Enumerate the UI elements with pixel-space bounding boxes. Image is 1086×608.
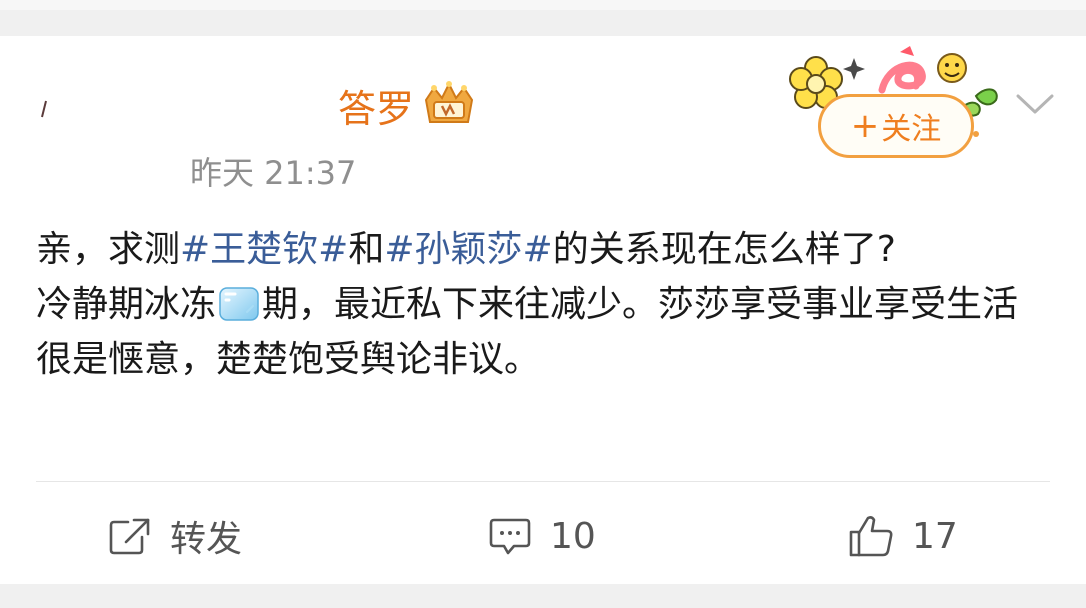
comment-count: 10: [550, 515, 596, 557]
post-text-segment: 冷静期冰冻: [36, 284, 217, 325]
repost-icon: [109, 518, 150, 555]
comment-icon: [489, 518, 531, 555]
post-text-segment: 的关系现在怎么样了?: [552, 229, 896, 270]
username[interactable]: 答罗: [338, 78, 414, 133]
follow-button-label: 关注: [881, 112, 942, 147]
like-button[interactable]: 17: [848, 510, 958, 562]
hashtag-link[interactable]: #孙颖莎#: [384, 229, 552, 270]
post-timestamp: 昨天 21:37: [190, 154, 357, 192]
thumbs-up-icon: [849, 516, 893, 557]
bottom-separator: [0, 584, 1086, 608]
like-count: 17: [912, 515, 958, 557]
follow-button[interactable]: + 关注: [818, 94, 974, 158]
ice-cube-emoji-icon: [219, 287, 259, 321]
post-text-segment: 亲，求测: [36, 229, 181, 270]
repost-button[interactable]: 转发: [108, 510, 242, 562]
post-text-paragraph-2: 冷静期冰冻 期，最近私下来往减少。莎莎享受事业享受生活很是惬意，楚楚饱受舆论非议…: [36, 277, 1036, 387]
comment-button[interactable]: 10: [488, 510, 596, 562]
repost-label: 转发: [170, 519, 243, 560]
hashtag-link[interactable]: #王楚钦#: [180, 229, 348, 270]
crown-badge-icon[interactable]: [420, 78, 478, 130]
post-text-paragraph-1: 亲，求测#王楚钦#和#孙颖莎#的关系现在怎么样了?: [36, 222, 1036, 277]
top-separator: [0, 0, 1086, 36]
action-bar-divider: [36, 481, 1050, 482]
avatar[interactable]: [40, 100, 48, 118]
chevron-down-icon[interactable]: [1012, 88, 1058, 122]
follow-plus-icon: +: [850, 106, 880, 146]
post-text: 亲，求测#王楚钦#和#孙颖莎#的关系现在怎么样了? 冷静期冰冻 期，最近私下来往…: [36, 222, 1036, 387]
previous-card-edge: [0, 0, 1086, 10]
post-text-segment: 和: [348, 229, 385, 270]
